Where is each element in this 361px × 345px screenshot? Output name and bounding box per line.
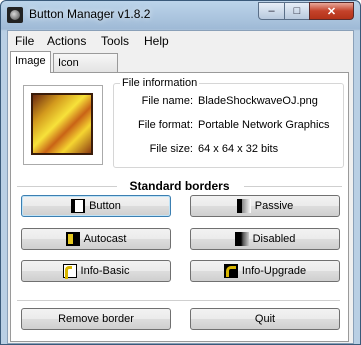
- info-upgrade-border-icon: [223, 264, 238, 278]
- passive-border-button[interactable]: Passive: [190, 195, 340, 217]
- file-size-value: 64 x 64 x 32 bits: [198, 143, 279, 155]
- window-title: Button Manager v1.8.2: [29, 7, 151, 21]
- button-border-label: Button: [89, 200, 121, 212]
- menu-tools[interactable]: Tools: [101, 34, 129, 48]
- file-name-label: File name:: [141, 95, 193, 107]
- file-information-group: File information File name: BladeShockwa…: [113, 77, 344, 168]
- tab-image[interactable]: Image: [10, 51, 51, 73]
- button-border-icon: [71, 199, 86, 213]
- file-name-value: BladeShockwaveOJ.png: [198, 95, 318, 107]
- maximize-button[interactable]: □: [284, 2, 310, 20]
- passive-border-label: Passive: [254, 200, 294, 212]
- file-format-value: Portable Network Graphics: [198, 119, 330, 131]
- image-tab-panel: File information File name: BladeShockwa…: [10, 72, 349, 342]
- file-size-label: File size:: [149, 143, 193, 155]
- info-basic-border-label: Info-Basic: [80, 265, 130, 277]
- info-basic-border-button[interactable]: Info-Basic: [21, 260, 171, 282]
- standard-borders-heading: Standard borders: [129, 179, 230, 193]
- menu-help[interactable]: Help: [144, 34, 169, 48]
- menu-bar: File Actions Tools Help: [8, 31, 353, 51]
- menu-actions[interactable]: Actions: [47, 34, 86, 48]
- app-icon: [7, 7, 23, 23]
- disabled-border-button[interactable]: Disabled: [190, 228, 340, 250]
- autocast-border-button[interactable]: Autocast: [21, 228, 171, 250]
- title-bar[interactable]: Button Manager v1.8.2 – □ ✕: [1, 1, 360, 30]
- tab-icon-wizard[interactable]: Icon wizard: [53, 53, 118, 88]
- image-preview: [23, 85, 103, 165]
- remove-border-button[interactable]: Remove border: [21, 308, 171, 330]
- blade-shockwave-image: [31, 93, 93, 155]
- file-format-label: File format:: [137, 119, 193, 131]
- actions-divider: [17, 300, 340, 301]
- quit-button[interactable]: Quit: [190, 308, 340, 330]
- menu-file[interactable]: File: [15, 34, 34, 48]
- autocast-border-icon: [65, 232, 80, 246]
- passive-border-icon: [236, 199, 251, 213]
- file-information-legend: File information: [120, 77, 200, 89]
- client-area: File Actions Tools Help Image Icon wizar…: [7, 30, 354, 344]
- info-upgrade-border-label: Info-Upgrade: [241, 265, 307, 277]
- app-window: Button Manager v1.8.2 – □ ✕ File Actions…: [0, 0, 361, 345]
- autocast-border-label: Autocast: [83, 233, 127, 245]
- disabled-border-label: Disabled: [252, 233, 296, 245]
- close-button[interactable]: ✕: [309, 2, 354, 20]
- info-basic-border-icon: [62, 264, 77, 279]
- button-border-button[interactable]: Button: [21, 195, 171, 217]
- minimize-button[interactable]: –: [258, 2, 285, 20]
- info-upgrade-border-button[interactable]: Info-Upgrade: [190, 260, 340, 282]
- disabled-border-icon: [234, 232, 249, 246]
